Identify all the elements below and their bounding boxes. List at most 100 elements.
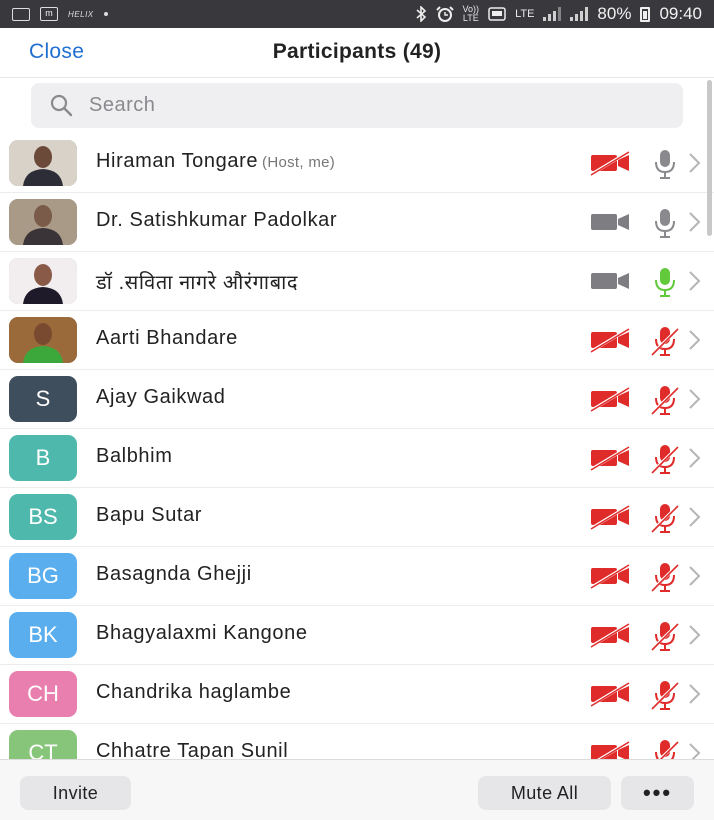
participant-name-text: Hiraman Tongare [96,150,259,172]
participant-name: Dr. Satishkumar Padolkar [96,209,337,232]
participant-row[interactable]: BG Basagnda Ghejji [0,547,714,606]
participant-name-text: Ajay Gaikwad [96,386,226,408]
video-off-icon [589,739,631,759]
participant-name-text: Bhagyalaxmi Kangone [96,622,308,644]
bottom-toolbar: Invite Mute All ••• [0,759,714,820]
participant-role: (Host, me) [262,154,336,171]
avatar: CH [9,671,77,717]
battery-percent: 80% [597,4,632,23]
participant-row[interactable]: B Balbhim [0,429,714,488]
battery-icon [640,6,651,22]
video-off-icon [589,680,631,708]
participant-name: Basagnda Ghejji [96,563,252,586]
chevron-right-icon [687,327,703,353]
mic-muted-icon [648,325,682,357]
chevron-right-icon [687,740,703,759]
participant-row[interactable]: S Ajay Gaikwad [0,370,714,429]
participant-row[interactable]: BK Bhagyalaxmi Kangone [0,606,714,665]
avatar: BG [9,553,77,599]
microphone-icon [648,207,682,239]
avatar [9,199,77,245]
mic-muted-icon [648,384,682,416]
video-off-icon [589,149,631,177]
participant-row[interactable]: CH Chandrika haglambe [0,665,714,724]
mic-muted-icon [648,738,682,759]
mic-muted-icon [648,443,682,475]
scrollbar[interactable] [707,80,712,236]
chevron-right-icon [687,268,703,294]
avatar [9,140,77,186]
m-app-icon: m [40,7,58,21]
avatar: BK [9,612,77,658]
participant-name: डॉ .सविता नागरे औरंगाबाद [96,268,298,295]
mic-muted-icon [648,679,682,711]
mic-muted-icon [648,502,682,534]
lte-icon: LTE [515,7,535,20]
avatar [9,258,77,304]
participant-row[interactable]: डॉ .सविता नागरे औरंगाबाद [0,252,714,311]
participant-name: Hiraman Tongare (Host, me) [96,150,335,173]
video-off-icon [589,444,631,472]
participant-row[interactable]: Hiraman Tongare (Host, me) [0,134,714,193]
chevron-right-icon [687,209,703,235]
participant-name: Chandrika haglambe [96,681,291,704]
participant-name: Chhatre Tapan Sunil [96,740,288,759]
chevron-right-icon [687,386,703,412]
participant-name: Bhagyalaxmi Kangone [96,622,308,645]
video-off-icon [589,621,631,649]
participant-name-text: Dr. Satishkumar Padolkar [96,209,338,231]
participant-name: Aarti Bhandare [96,327,238,350]
video-off-icon [589,326,631,354]
more-options-button[interactable]: ••• [621,776,694,810]
search-input[interactable] [89,94,649,117]
video-off-icon [589,503,631,531]
participant-name-text: डॉ .सविता नागरे औरंगाबाद [96,272,299,294]
avatar: BS [9,494,77,540]
signal-icon [570,7,589,21]
participant-name: Ajay Gaikwad [96,386,225,409]
mic-muted-icon [648,620,682,652]
mic-muted-icon [648,561,682,593]
status-bar: m HELIX Vo)) LTE LTE 80% 09:40 [0,0,714,28]
chevron-right-icon [687,681,703,707]
microphone-icon [648,148,682,180]
chevron-right-icon [687,622,703,648]
participant-row[interactable]: CT Chhatre Tapan Sunil [0,724,714,759]
avatar: B [9,435,77,481]
search-bar[interactable] [31,83,683,128]
bluetooth-icon [416,6,426,22]
participant-name-text: Aarti Bhandare [96,327,238,349]
page-title: Participants (49) [272,40,442,63]
participant-row[interactable]: Dr. Satishkumar Padolkar [0,193,714,252]
participant-row[interactable]: BS Bapu Sutar [0,488,714,547]
participant-name-text: Chandrika haglambe [96,681,292,703]
participant-name-text: Bapu Sutar [96,504,203,526]
participant-name-text: Chhatre Tapan Sunil [96,740,289,759]
participant-row[interactable]: Aarti Bhandare [0,311,714,370]
participant-name: Bapu Sutar [96,504,202,527]
alarm-icon [435,6,454,22]
participant-list[interactable]: Hiraman Tongare (Host, me) Dr. Satishkumar… [0,134,714,759]
video-off-icon [589,562,631,590]
invite-button[interactable]: Invite [20,776,131,810]
avatar [9,317,77,363]
chevron-right-icon [687,445,703,471]
video-off-icon [589,385,631,413]
avatar: S [9,376,77,422]
video-camera-icon [589,268,631,294]
hd-icon [488,7,506,21]
header: Close Participants (49) [0,28,714,78]
participant-name-text: Basagnda Ghejji [96,563,252,585]
dot-icon [103,12,108,16]
chevron-right-icon [687,504,703,530]
search-icon [49,93,79,119]
video-camera-icon [589,209,631,235]
gallery-icon [12,7,30,21]
microphone-icon [648,266,682,298]
mute-all-button[interactable]: Mute All [478,776,611,810]
chevron-right-icon [687,563,703,589]
participant-name: Balbhim [96,445,172,468]
chevron-right-icon [687,150,703,176]
volte-icon: Vo)) LTE [462,4,480,23]
helix-icon: HELIX [68,9,94,19]
